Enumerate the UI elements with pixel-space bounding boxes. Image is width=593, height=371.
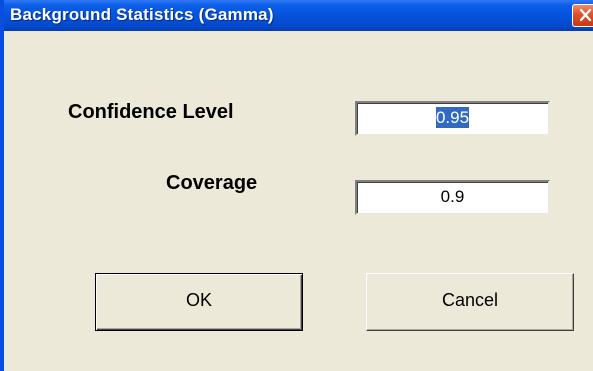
confidence-level-label: Confidence Level [68,101,234,123]
coverage-label: Coverage [166,172,258,194]
close-button[interactable] [572,4,593,27]
cancel-button[interactable]: Cancel [366,273,574,331]
coverage-value: 0.9 [440,187,465,206]
window-title: Background Statistics (Gamma) [10,5,274,24]
confidence-level-value: 0.95 [435,107,470,128]
coverage-input[interactable]: 0.9 [355,180,550,215]
dialog-window: Background Statistics (Gamma) Confidence… [0,0,593,371]
title-bar[interactable]: Background Statistics (Gamma) [4,0,593,31]
ok-button[interactable]: OK [95,273,303,331]
close-icon [579,8,592,22]
confidence-level-input[interactable]: 0.95 [355,101,550,136]
